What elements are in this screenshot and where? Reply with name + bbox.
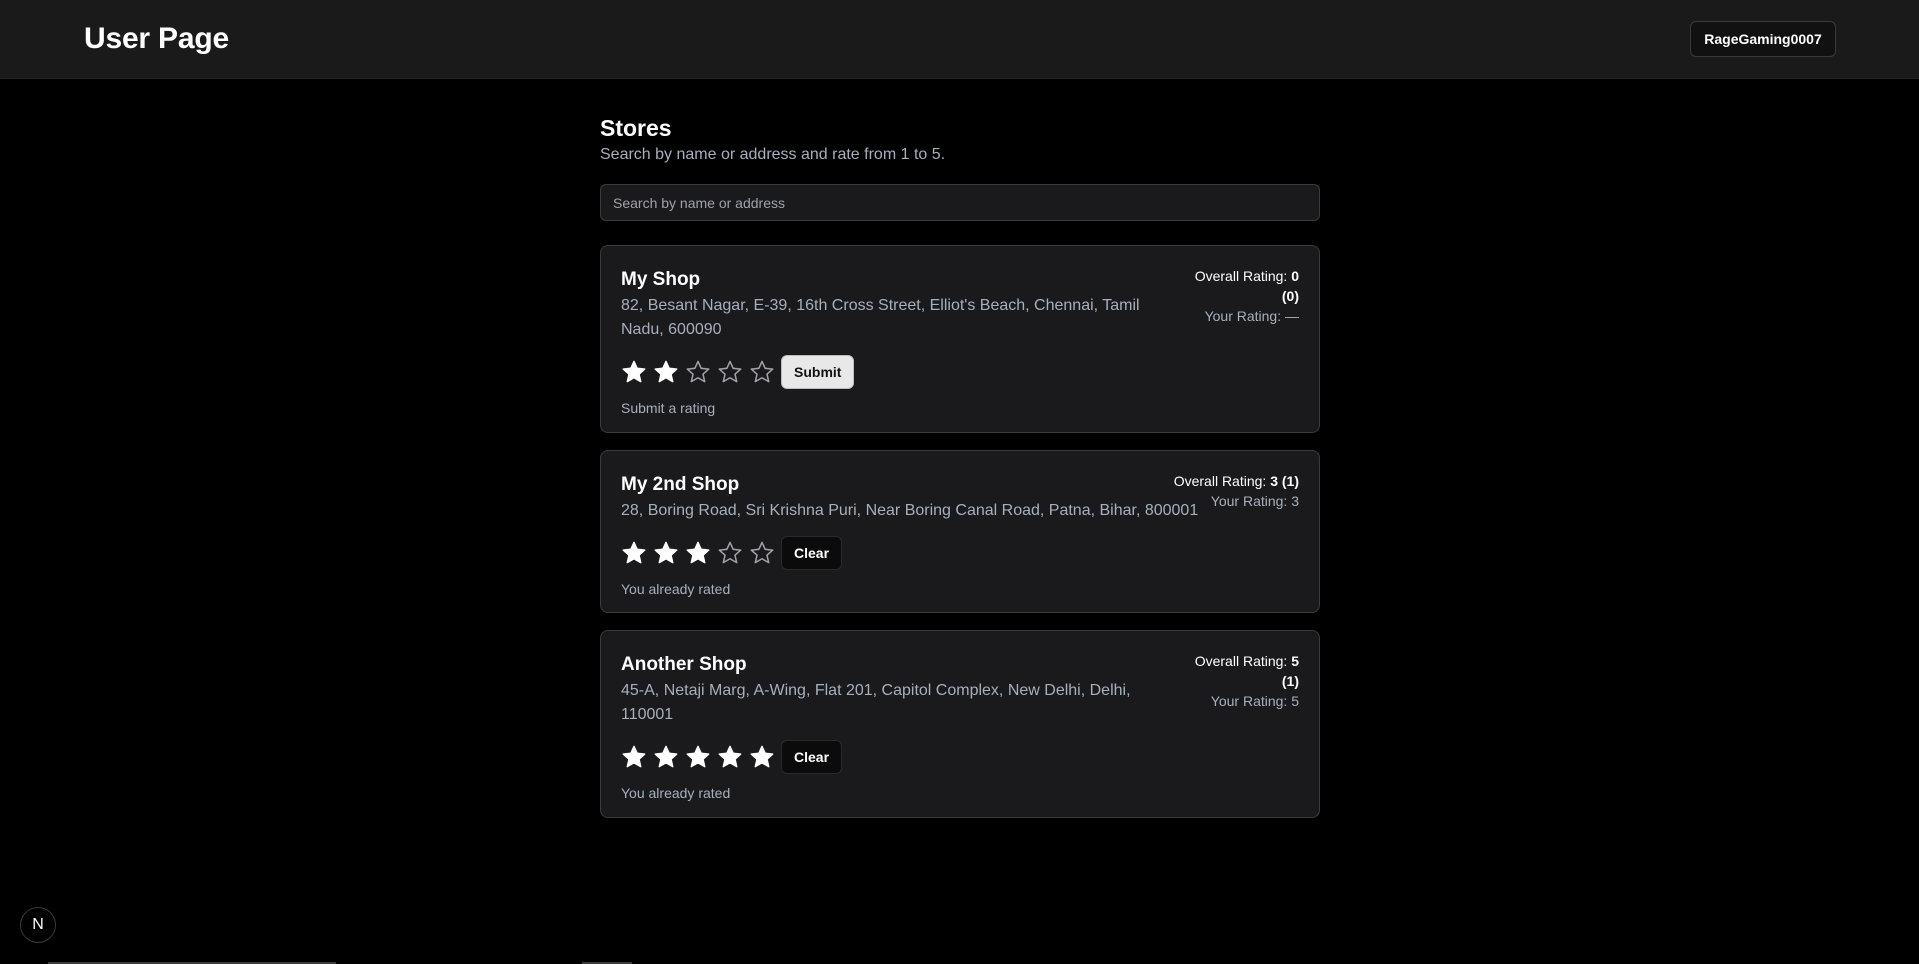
rating-status: Submit a rating — [621, 400, 716, 416]
star-rating-row: Clear — [621, 740, 1299, 774]
star-icon[interactable] — [621, 744, 647, 770]
overall-rating-value: 5 — [1291, 653, 1299, 669]
overall-rating-value: 0 — [1291, 268, 1299, 284]
user-menu-button[interactable]: RageGaming0007 — [1690, 21, 1836, 57]
star-icon[interactable] — [653, 744, 679, 770]
overall-rating-count: (0) — [1281, 288, 1299, 304]
store-address: 28, Boring Road, Sri Krishna Puri, Near … — [621, 502, 1199, 519]
overall-rating: Overall Rating: 0 (0) — [1187, 266, 1299, 306]
star-rating-row: Submit — [621, 355, 1299, 389]
store-card: My Shop 82, Besant Nagar, E-39, 16th Cro… — [600, 245, 1320, 433]
overall-rating-value: 3 — [1270, 473, 1278, 489]
top-bar: User Page RageGaming0007 — [0, 0, 1919, 79]
overall-rating-count: (1) — [1281, 673, 1299, 689]
star-icon[interactable] — [685, 540, 711, 566]
star-icon[interactable] — [653, 359, 679, 385]
page-header-title: User Page — [84, 22, 229, 55]
stores-title: Stores — [600, 115, 672, 141]
stores-subtitle: Search by name or address and rate from … — [600, 146, 946, 163]
star-icon[interactable] — [749, 359, 775, 385]
store-address: 82, Besant Nagar, E-39, 16th Cross Stree… — [621, 297, 1140, 338]
your-rating: Your Rating: — — [1204, 308, 1299, 324]
store-list: My Shop 82, Besant Nagar, E-39, 16th Cro… — [600, 245, 1320, 818]
star-icon[interactable] — [749, 540, 775, 566]
overall-rating-count: (1) — [1281, 473, 1299, 489]
store-address: 45-A, Netaji Marg, A-Wing, Flat 201, Cap… — [621, 682, 1131, 723]
rating-summary: Overall Rating: 5 (1) Your Rating: 5 — [1187, 651, 1299, 711]
rating-summary: Overall Rating: 3 (1) Your Rating: 3 — [1174, 471, 1299, 511]
clear-rating-button[interactable]: Clear — [781, 740, 843, 774]
star-icon[interactable] — [717, 359, 743, 385]
star-icon[interactable] — [621, 359, 647, 385]
star-icon[interactable] — [717, 540, 743, 566]
submit-rating-button[interactable]: Submit — [781, 355, 855, 389]
store-search-input[interactable] — [600, 184, 1320, 221]
store-card: Another Shop 45-A, Netaji Marg, A-Wing, … — [600, 630, 1320, 818]
star-icon[interactable] — [717, 744, 743, 770]
star-icon[interactable] — [685, 744, 711, 770]
your-rating: Your Rating: 5 — [1210, 693, 1299, 709]
star-icon[interactable] — [749, 744, 775, 770]
star-rating-row: Clear — [621, 536, 1299, 570]
overall-rating-label: Overall Rating: — [1173, 473, 1267, 489]
star-icon[interactable] — [621, 540, 647, 566]
rating-status: You already rated — [621, 581, 731, 597]
store-card: My 2nd Shop 28, Boring Road, Sri Krishna… — [600, 450, 1320, 613]
overall-rating: Overall Rating: 3 (1) — [1174, 471, 1299, 491]
overall-rating-label: Overall Rating: — [1194, 268, 1288, 284]
stores-section: Stores Search by name or address and rat… — [600, 113, 1320, 835]
overall-rating: Overall Rating: 5 (1) — [1187, 651, 1299, 691]
clear-rating-button[interactable]: Clear — [781, 536, 843, 570]
your-rating: Your Rating: 3 — [1210, 493, 1299, 509]
rating-summary: Overall Rating: 0 (0) Your Rating: — — [1187, 266, 1299, 326]
star-icon[interactable] — [653, 540, 679, 566]
star-icon[interactable] — [685, 359, 711, 385]
nextjs-logo-icon[interactable]: N — [20, 907, 56, 943]
overall-rating-label: Overall Rating: — [1194, 653, 1288, 669]
rating-status: You already rated — [621, 785, 731, 801]
